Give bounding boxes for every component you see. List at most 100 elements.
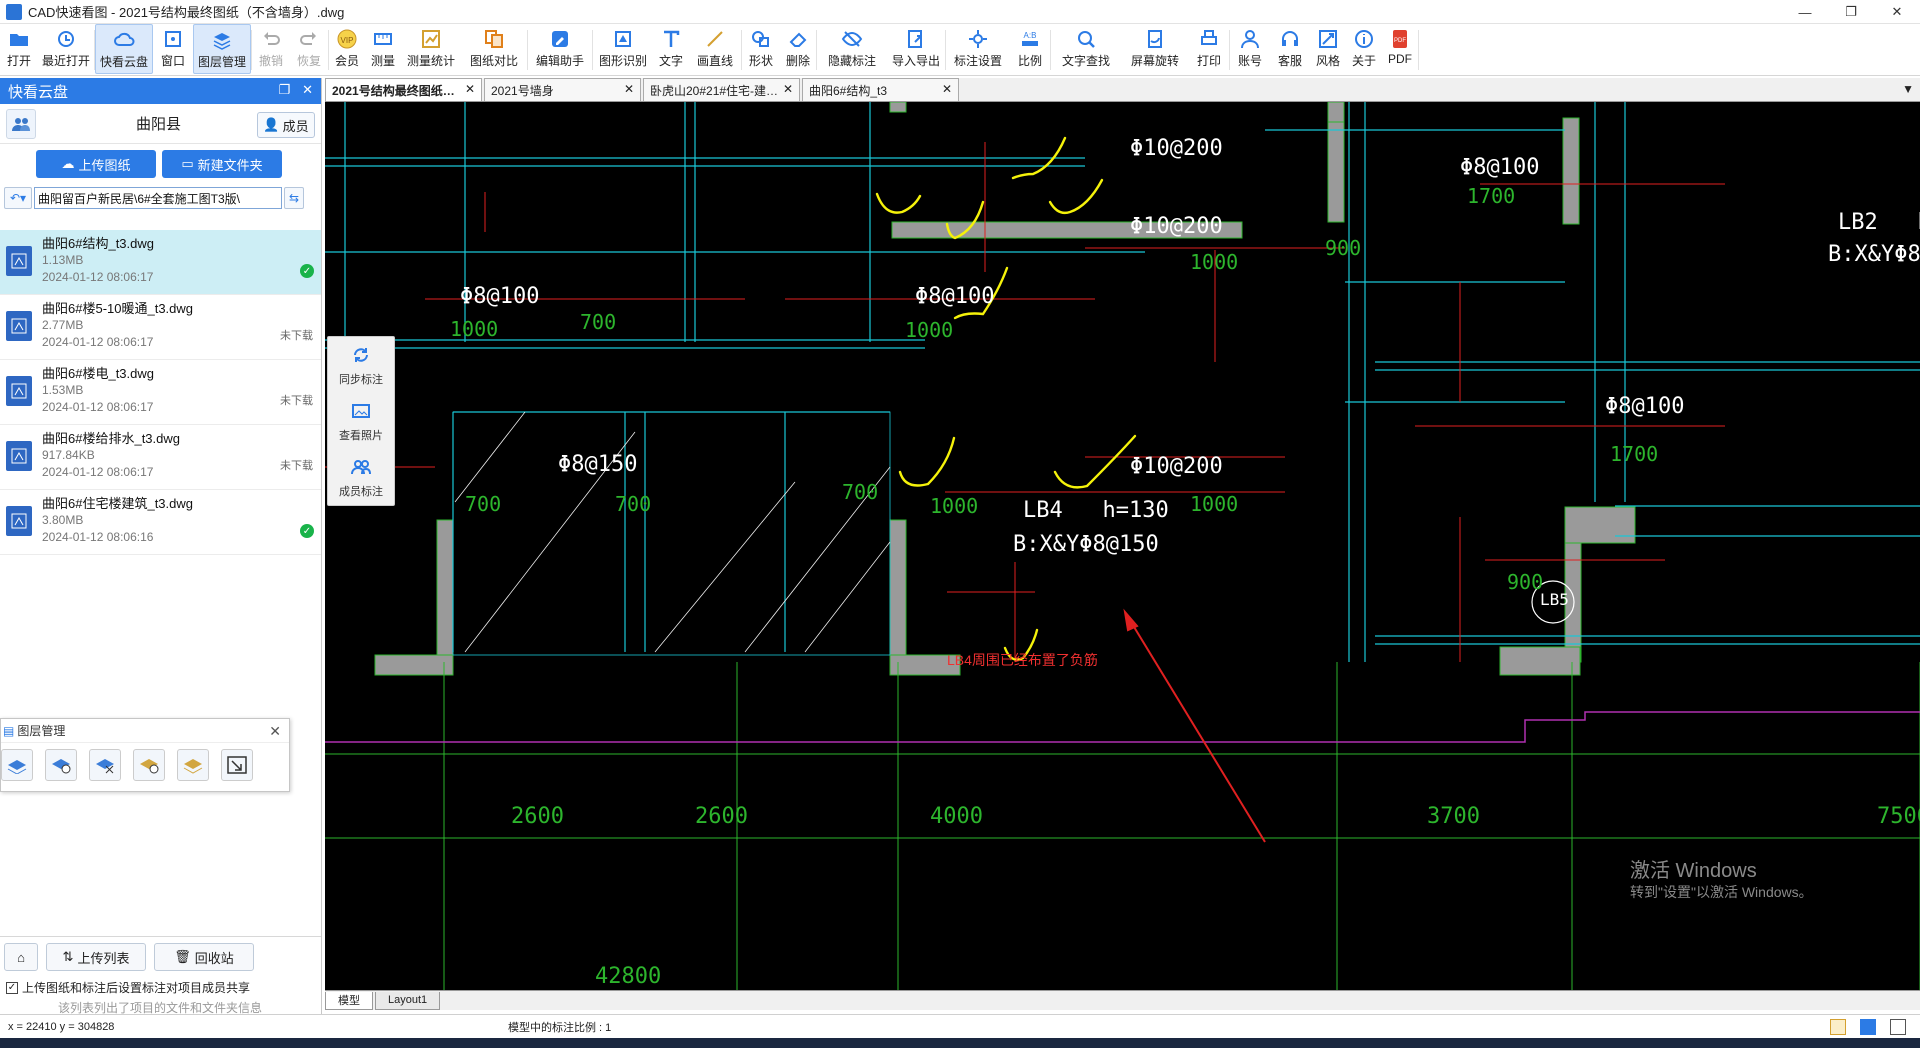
file-list-item[interactable]: 曲阳6#楼5-10暖通_t3.dwg 2.77MB 2024-01-12 08:06…	[0, 295, 321, 360]
toolbar-button-cloud[interactable]: 快看云盘	[95, 24, 153, 74]
side-tool-members-button[interactable]: 成员标注	[328, 449, 394, 505]
layout-tab[interactable]: 模型	[325, 991, 373, 1010]
panel-toggle-icon[interactable]	[1890, 1019, 1906, 1035]
tab-close-icon[interactable]: ✕	[465, 82, 475, 96]
layer-panel-close-button[interactable]: ✕	[269, 723, 281, 740]
toolbar-button-redo[interactable]: 恢复	[290, 24, 328, 74]
compare-icon	[483, 28, 505, 50]
cad-text: Φ10@200	[1130, 136, 1223, 161]
trash-icon: 🗑	[174, 949, 191, 964]
dim-4000: 4000	[930, 804, 983, 829]
file-size: 1.13MB	[42, 253, 84, 267]
toolbar-button-scale[interactable]: A:B 比例	[1010, 24, 1050, 74]
recent-icon	[55, 28, 77, 50]
upload-drawing-button[interactable]: ☁ 上传图纸	[36, 150, 156, 178]
layer-restore-button[interactable]	[1, 749, 33, 781]
lb5-label: LB5	[1540, 590, 1569, 609]
document-tab[interactable]: 曲阳6#结构_t3 ✕	[802, 78, 959, 101]
toolbar-button-account[interactable]: 账号	[1230, 24, 1270, 74]
folder-open-icon	[8, 28, 30, 50]
side-tool-photo-button[interactable]: 查看照片	[328, 393, 394, 449]
file-list-item[interactable]: 曲阳6#结构_t3.dwg 1.13MB 2024-01-12 08:06:17 ✓	[0, 230, 321, 295]
cad-text: Φ8@100	[1460, 155, 1540, 180]
layer-visible-button[interactable]	[45, 749, 77, 781]
share-checkbox[interactable]: ✓ 上传图纸和标注后设置标注对项目成员共享	[0, 979, 321, 996]
shape-icon	[750, 28, 772, 50]
layer-icon: ▤	[3, 723, 15, 738]
refresh-button[interactable]: ⇆	[284, 187, 304, 209]
toolbar-button-annotation-settings[interactable]: 标注设置	[946, 24, 1010, 74]
member-button[interactable]: 👤 成员	[257, 112, 315, 138]
toolbar-button-shape[interactable]: 形状	[742, 24, 780, 74]
tab-close-icon[interactable]: ✕	[624, 82, 634, 96]
view-mode-icon[interactable]	[1860, 1019, 1876, 1035]
toolbar-button-import-export[interactable]: 导入导出	[887, 24, 945, 74]
headset-icon	[1279, 28, 1301, 50]
layer-unlock-button[interactable]	[177, 749, 209, 781]
panel-restore-icon[interactable]: ❐	[278, 82, 290, 98]
minimize-button[interactable]: —	[1782, 0, 1828, 24]
toolbar-button-label: 图形识别	[598, 54, 647, 68]
toolbar-button-line[interactable]: 画直线	[689, 24, 741, 74]
file-list-item[interactable]: 曲阳6#住宅楼建筑_t3.dwg 3.80MB 2024-01-12 08:06:1…	[0, 490, 321, 555]
toolbar-button-text-search[interactable]: 文字查找	[1051, 24, 1121, 74]
toolbar-button-pdf[interactable]: PDF PDF	[1382, 24, 1418, 74]
recycle-bin-button[interactable]: 🗑 回收站	[154, 943, 254, 971]
layout-tab[interactable]: Layout1	[375, 991, 441, 1010]
toolbar-button-eye-hide[interactable]: 隐藏标注	[817, 24, 887, 74]
toolbar-button-edit-assistant[interactable]: 编辑助手	[528, 24, 592, 74]
svg-text:VIP: VIP	[341, 36, 354, 45]
undo-icon	[260, 28, 282, 50]
line-icon	[704, 28, 726, 50]
toolbar-button-compare[interactable]: 图纸对比	[461, 24, 527, 74]
toolbar-button-eraser[interactable]: 删除	[780, 24, 816, 74]
toolbar-button-info[interactable]: 关于	[1346, 24, 1382, 74]
toolbar-button-label: 打开	[6, 54, 31, 68]
cad-text: Φ8@100	[1605, 394, 1685, 419]
file-list-item[interactable]: 曲阳6#楼给排水_t3.dwg 917.84KB 2024-01-12 08:06:…	[0, 425, 321, 490]
close-window-button[interactable]: ✕	[1874, 0, 1920, 24]
toolbar-button-label: 隐藏标注	[827, 54, 876, 68]
cad-canvas[interactable]: Φ10@200 Φ10@200 Φ10@200 Φ8@100 Φ8@100 Φ8…	[325, 102, 1920, 992]
tabs-dropdown-icon[interactable]: ▼	[1902, 82, 1914, 96]
toolbar-button-print[interactable]: 打印	[1189, 24, 1229, 74]
panel-close-icon[interactable]: ✕	[302, 82, 313, 98]
maximize-button[interactable]: ❐	[1828, 0, 1874, 24]
toolbar-button-rotate-screen[interactable]: 屏幕旋转	[1121, 24, 1189, 74]
layer-hide-button[interactable]	[89, 749, 121, 781]
document-tab[interactable]: 卧虎山20#21#住宅-建… ✕	[643, 78, 800, 101]
snap-toggle-icon[interactable]	[1830, 1019, 1846, 1035]
toolbar-button-measure-stats[interactable]: 测量统计	[401, 24, 461, 74]
team-icon[interactable]	[6, 108, 36, 139]
toolbar-button-vip[interactable]: VIP 会员	[329, 24, 365, 74]
side-tool-label: 同步标注	[339, 373, 383, 386]
toolbar-button-style[interactable]: 风格	[1310, 24, 1346, 74]
toolbar-button-layers[interactable]: 图层管理	[193, 24, 251, 74]
side-tool-label: 查看照片	[339, 429, 383, 442]
upload-list-button[interactable]: ⇅ 上传列表	[46, 943, 146, 971]
toolbar-button-headset[interactable]: 客服	[1270, 24, 1310, 74]
document-tab[interactable]: 2021号结构最终图纸… ✕	[325, 78, 482, 101]
toolbar-button-shape-recognize[interactable]: 图形识别	[593, 24, 653, 74]
home-button[interactable]: ⌂	[4, 943, 38, 971]
new-folder-button[interactable]: ▭ 新建文件夹	[162, 150, 282, 178]
toolbar-button-ruler[interactable]: 测量	[365, 24, 401, 74]
layer-lock-button[interactable]	[133, 749, 165, 781]
toolbar-button-label: 测量统计	[406, 54, 455, 68]
side-tool-sync-button[interactable]: 同步标注	[328, 337, 394, 393]
file-list-item[interactable]: 曲阳6#楼电_t3.dwg 1.53MB 2024-01-12 08:06:17 未下…	[0, 360, 321, 425]
toolbar-button-folder-open[interactable]: 打开	[0, 24, 38, 74]
toolbar-button-text[interactable]: 文字	[653, 24, 689, 74]
project-name: 曲阳县	[135, 116, 181, 133]
back-button[interactable]: ↶▾	[4, 187, 32, 209]
dwg-file-icon	[6, 376, 32, 406]
upload-drawing-label: 上传图纸	[78, 157, 131, 173]
document-tab[interactable]: 2021号墙身 ✕	[484, 78, 641, 101]
path-field[interactable]	[34, 187, 282, 209]
tab-close-icon[interactable]: ✕	[942, 82, 952, 96]
tab-close-icon[interactable]: ✕	[783, 82, 793, 96]
layer-select-button[interactable]	[221, 749, 253, 781]
toolbar-button-window[interactable]: 窗口	[153, 24, 193, 74]
toolbar-button-undo[interactable]: 撤销	[252, 24, 290, 74]
toolbar-button-recent[interactable]: 最近打开	[38, 24, 94, 74]
